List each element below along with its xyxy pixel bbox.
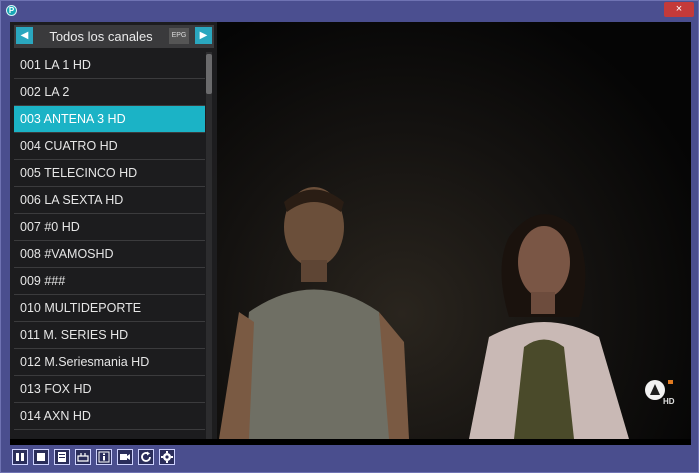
- pause-button[interactable]: [12, 449, 28, 465]
- info-icon: [98, 451, 110, 463]
- video-person-right: [469, 214, 629, 439]
- channel-item-selected[interactable]: 003 ANTENA 3 HD: [14, 106, 205, 133]
- stop-icon: [37, 453, 45, 461]
- channel-item[interactable]: 011 M. SERIES HD: [14, 322, 205, 349]
- video-person-left: [219, 187, 409, 439]
- epg-button[interactable]: EPG: [169, 28, 189, 44]
- channel-sidebar: ◀ Todos los canales EPG ▶ 001 LA 1 HD 00…: [10, 22, 217, 439]
- subtitles-icon: [77, 453, 89, 462]
- stop-button[interactable]: [33, 449, 49, 465]
- svg-text:HD: HD: [663, 397, 675, 406]
- player-toolbar: [10, 447, 691, 469]
- channel-item[interactable]: 001 LA 1 HD: [14, 52, 205, 79]
- refresh-button[interactable]: [138, 449, 154, 465]
- title-bar[interactable]: P ×: [1, 1, 698, 20]
- scrollbar-thumb[interactable]: [206, 54, 212, 94]
- player-content: HD ◀ Todos los canales EPG ▶ 001 LA 1 HD…: [10, 22, 691, 445]
- info-button[interactable]: [96, 449, 112, 465]
- channel-group-title: Todos los canales: [49, 29, 153, 44]
- app-icon: P: [6, 5, 17, 16]
- camera-icon: [120, 454, 130, 460]
- channel-item[interactable]: 013 FOX HD: [14, 376, 205, 403]
- channel-item[interactable]: 012 M.Seriesmania HD: [14, 349, 205, 376]
- channel-item[interactable]: 002 LA 2: [14, 79, 205, 106]
- channel-item[interactable]: 009 ###: [14, 268, 205, 295]
- settings-gear-icon: [161, 451, 173, 463]
- subtitles-button[interactable]: [75, 449, 91, 465]
- channel-item[interactable]: 005 TELECINCO HD: [14, 160, 205, 187]
- channel-group-header: ◀ Todos los canales EPG ▶: [14, 25, 214, 48]
- channel-item[interactable]: 004 CUATRO HD: [14, 133, 205, 160]
- prev-group-button[interactable]: ◀: [16, 27, 33, 44]
- channel-list-scrollbar[interactable]: [206, 52, 212, 439]
- camera-button[interactable]: [117, 449, 133, 465]
- channel-item[interactable]: 008 #VAMOSHD: [14, 241, 205, 268]
- next-group-button[interactable]: ▶: [195, 27, 212, 44]
- record-list-button[interactable]: [54, 449, 70, 465]
- player-window: P × HD ◀ Todos los canales EPG ▶ 001 LA …: [0, 0, 699, 473]
- pause-icon: [16, 453, 24, 461]
- close-button[interactable]: ×: [664, 2, 694, 17]
- refresh-icon: [141, 451, 151, 462]
- channel-list: 001 LA 1 HD 002 LA 2 003 ANTENA 3 HD 004…: [14, 52, 205, 439]
- channel-item[interactable]: 007 #0 HD: [14, 214, 205, 241]
- channel-item[interactable]: 010 MULTIDEPORTE: [14, 295, 205, 322]
- channel-item[interactable]: 006 LA SEXTA HD: [14, 187, 205, 214]
- video-area[interactable]: HD: [209, 22, 691, 439]
- record-list-icon: [58, 452, 66, 462]
- settings-button[interactable]: [159, 449, 175, 465]
- channel-item[interactable]: 014 AXN HD: [14, 403, 205, 430]
- channel-logo-icon: HD: [645, 380, 675, 406]
